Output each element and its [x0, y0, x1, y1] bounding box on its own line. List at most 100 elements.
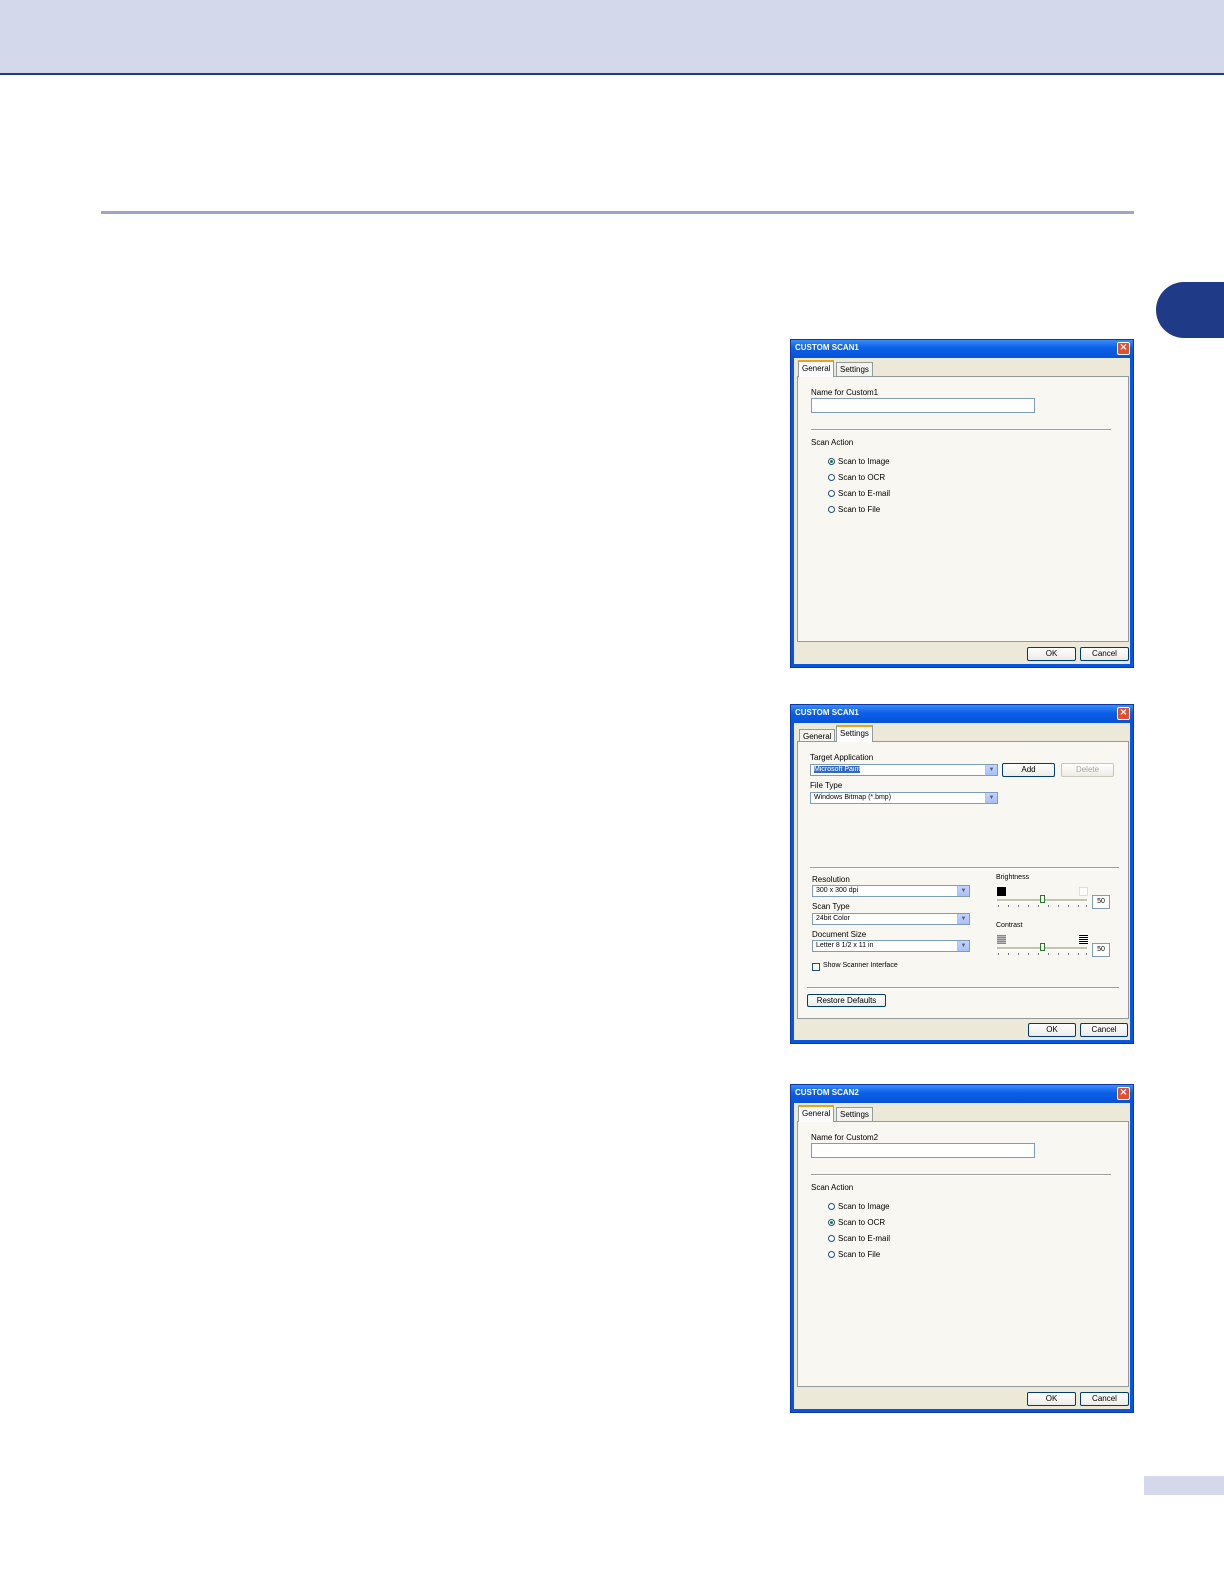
- slider-tick: [1078, 953, 1079, 955]
- brightness-slider-thumb[interactable]: [1040, 895, 1045, 903]
- delete-button[interactable]: Delete: [1061, 763, 1114, 777]
- close-icon[interactable]: ×: [1117, 707, 1130, 720]
- cancel-button[interactable]: Cancel: [1080, 647, 1129, 661]
- chevron-down-icon[interactable]: ▼: [985, 765, 997, 775]
- chevron-down-icon[interactable]: ▼: [957, 914, 969, 924]
- close-icon[interactable]: ×: [1117, 1087, 1130, 1100]
- brightness-value[interactable]: 50: [1092, 895, 1110, 909]
- radio-scan-to-email[interactable]: [828, 490, 835, 497]
- radio-scan-to-file[interactable]: [828, 1251, 835, 1258]
- tab-settings[interactable]: Settings: [836, 1107, 873, 1121]
- chevron-down-icon[interactable]: ▼: [957, 886, 969, 896]
- page-number-box: [1144, 1476, 1224, 1495]
- target-app-select[interactable]: Microsoft Paint ▼: [810, 764, 998, 776]
- option-label: Scan to E-mail: [838, 489, 891, 498]
- ok-button[interactable]: OK: [1027, 1392, 1076, 1406]
- file-type-select[interactable]: Windows Bitmap (*.bmp) ▼: [810, 792, 998, 804]
- slider-tick: [1018, 905, 1019, 907]
- restore-defaults-button[interactable]: Restore Defaults: [807, 994, 886, 1007]
- resolution-select[interactable]: 300 x 300 dpi ▼: [812, 885, 970, 897]
- target-app-label: Target Application: [810, 753, 874, 762]
- option-label: Scan to OCR: [838, 473, 886, 482]
- custom-scan1-general-dialog: CUSTOM SCAN1 × General Settings Name for…: [790, 339, 1134, 668]
- cancel-button[interactable]: Cancel: [1080, 1392, 1129, 1406]
- contrast-value[interactable]: 50: [1092, 943, 1110, 957]
- tab-panel: Name for Custom1 Scan Action Scan to Ima…: [797, 376, 1129, 642]
- resolution-label: Resolution: [812, 875, 850, 884]
- tab-general[interactable]: General: [798, 1105, 835, 1122]
- slider-tick: [998, 953, 999, 955]
- radio-scan-to-ocr[interactable]: [828, 1219, 835, 1226]
- tab-settings[interactable]: Settings: [836, 362, 873, 376]
- target-app-value: Microsoft Paint: [814, 766, 861, 773]
- show-scanner-checkbox[interactable]: [812, 963, 820, 971]
- slider-tick: [1068, 905, 1069, 907]
- option-label: Scan to Image: [838, 457, 890, 466]
- dialog-client: General Settings Target Application Micr…: [794, 723, 1130, 1040]
- document-size-select[interactable]: Letter 8 1/2 x 11 in ▼: [812, 940, 970, 952]
- radio-scan-to-image[interactable]: [828, 1203, 835, 1210]
- scan-type-label: Scan Type: [812, 902, 850, 911]
- slider-tick: [1058, 953, 1059, 955]
- ok-button[interactable]: OK: [1027, 647, 1076, 661]
- dialog-client: General Settings Name for Custom2 Scan A…: [794, 1103, 1130, 1409]
- brightness-label: Brightness: [996, 874, 1030, 881]
- chevron-down-icon[interactable]: ▼: [957, 941, 969, 951]
- resolution-value: 300 x 300 dpi: [816, 887, 859, 894]
- slider-tick: [1028, 905, 1029, 907]
- name-input[interactable]: [811, 1143, 1035, 1158]
- option-label: Scan to Image: [838, 1202, 890, 1211]
- file-type-label: File Type: [810, 781, 843, 790]
- option-label: Scan to File: [838, 505, 881, 514]
- tab-settings[interactable]: Settings: [836, 725, 873, 742]
- slider-tick: [1078, 905, 1079, 907]
- document-size-value: Letter 8 1/2 x 11 in: [816, 942, 874, 949]
- radio-scan-to-ocr[interactable]: [828, 474, 835, 481]
- scan-action-label: Scan Action: [811, 1183, 854, 1192]
- ok-button[interactable]: OK: [1028, 1023, 1076, 1037]
- radio-scan-to-file[interactable]: [828, 506, 835, 513]
- contrast-label: Contrast: [996, 922, 1023, 929]
- file-type-value: Windows Bitmap (*.bmp): [814, 794, 892, 801]
- dialog-title: CUSTOM SCAN1: [795, 708, 859, 717]
- page-header-band: [0, 0, 1224, 75]
- radio-scan-to-image[interactable]: [828, 458, 835, 465]
- scan-type-select[interactable]: 24bit Color ▼: [812, 913, 970, 925]
- slider-tick: [1058, 905, 1059, 907]
- tab-general[interactable]: General: [798, 360, 835, 377]
- separator: [807, 987, 1119, 989]
- option-label: Scan to OCR: [838, 1218, 886, 1227]
- title-bar[interactable]: CUSTOM SCAN1 ×: [791, 705, 1133, 723]
- separator: [811, 429, 1111, 431]
- slider-tick: [1038, 953, 1039, 955]
- scan-action-label: Scan Action: [811, 438, 854, 447]
- radio-scan-to-email[interactable]: [828, 1235, 835, 1242]
- custom-scan1-settings-dialog: CUSTOM SCAN1 × General Settings Target A…: [790, 704, 1134, 1044]
- scan-type-value: 24bit Color: [816, 915, 850, 922]
- name-input[interactable]: [811, 398, 1035, 413]
- slider-tick: [1038, 905, 1039, 907]
- custom-scan2-general-dialog: CUSTOM SCAN2 × General Settings Name for…: [790, 1084, 1134, 1413]
- slider-tick: [1048, 953, 1049, 955]
- slider-tick: [1008, 953, 1009, 955]
- separator: [810, 867, 1119, 869]
- chevron-down-icon[interactable]: ▼: [985, 793, 997, 803]
- slider-tick: [1008, 905, 1009, 907]
- add-button[interactable]: Add: [1002, 763, 1055, 777]
- cancel-button[interactable]: Cancel: [1080, 1023, 1128, 1037]
- contrast-high-icon: [1079, 935, 1088, 944]
- slider-tick: [1086, 953, 1087, 955]
- brightness-light-icon: [1079, 887, 1088, 896]
- close-icon[interactable]: ×: [1117, 342, 1130, 355]
- slider-tick: [1086, 905, 1087, 907]
- slider-tick: [998, 905, 999, 907]
- option-label: Scan to File: [838, 1250, 881, 1259]
- title-bar[interactable]: CUSTOM SCAN1 ×: [791, 340, 1133, 358]
- slider-tick: [1018, 953, 1019, 955]
- dialog-title: CUSTOM SCAN2: [795, 1088, 859, 1097]
- section-rule: [101, 211, 1134, 214]
- contrast-slider-thumb[interactable]: [1040, 943, 1045, 951]
- title-bar[interactable]: CUSTOM SCAN2 ×: [791, 1085, 1133, 1103]
- contrast-low-icon: [997, 935, 1006, 944]
- brightness-dark-icon: [997, 887, 1006, 896]
